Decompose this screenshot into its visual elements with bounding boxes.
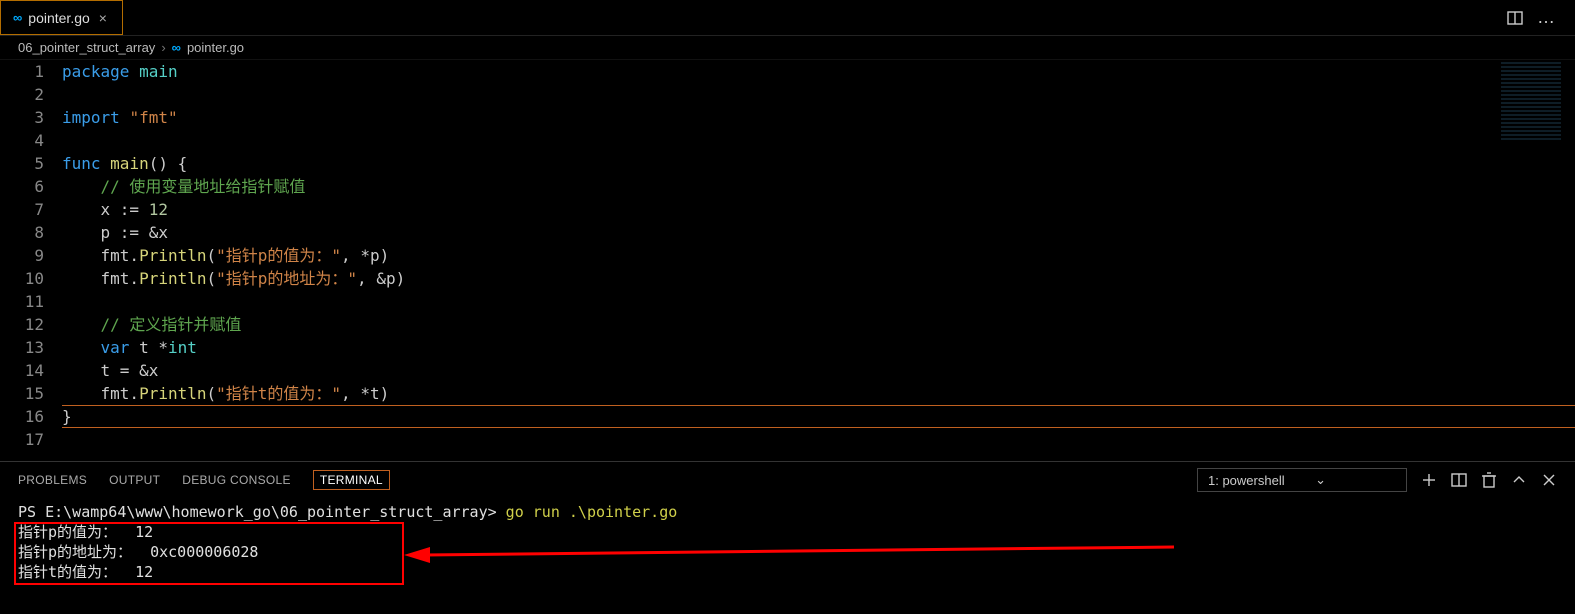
terminal-output-line: 指针p的地址为： 0xc000006028	[18, 542, 1557, 562]
line-number: 8	[0, 221, 44, 244]
tab-problems[interactable]: PROBLEMS	[18, 473, 87, 487]
code-area[interactable]: package main import "fmt" func main() { //…	[62, 60, 1575, 451]
breadcrumb-file[interactable]: pointer.go	[187, 40, 244, 55]
code-line[interactable]: fmt.Println("指针p的地址为：", &p)	[62, 267, 1575, 290]
line-number: 4	[0, 129, 44, 152]
line-number: 15	[0, 382, 44, 405]
code-line[interactable]: var t *int	[62, 336, 1575, 359]
code-line[interactable]	[62, 129, 1575, 152]
code-line[interactable]: t = &x	[62, 359, 1575, 382]
more-actions-icon[interactable]: …	[1537, 7, 1557, 28]
line-number-gutter: 1234567891011121314151617	[0, 60, 62, 451]
tab-terminal[interactable]: TERMINAL	[313, 470, 390, 490]
code-line[interactable]: fmt.Println("指针p的值为：", *p)	[62, 244, 1575, 267]
terminal-line: PS E:\wamp64\www\homework_go\06_pointer_…	[18, 502, 1557, 522]
line-number: 9	[0, 244, 44, 267]
terminal-selector-value: 1: powershell	[1208, 473, 1285, 488]
line-number: 6	[0, 175, 44, 198]
go-file-icon: ∞	[13, 10, 22, 25]
breadcrumb[interactable]: 06_pointer_struct_array › ∞ pointer.go	[0, 36, 1575, 60]
tab-output[interactable]: OUTPUT	[109, 473, 160, 487]
line-number: 16	[0, 405, 44, 428]
bottom-panel: PROBLEMS OUTPUT DEBUG CONSOLE TERMINAL 1…	[0, 461, 1575, 586]
code-line[interactable]: x := 12	[62, 198, 1575, 221]
kill-terminal-icon[interactable]	[1481, 472, 1497, 488]
code-line[interactable]: package main	[62, 60, 1575, 83]
new-terminal-icon[interactable]	[1421, 472, 1437, 488]
maximize-panel-icon[interactable]	[1511, 472, 1527, 488]
code-editor[interactable]: 1234567891011121314151617 package mainim…	[0, 60, 1575, 451]
tabs-container: ∞ pointer.go ×	[0, 0, 123, 35]
line-number: 5	[0, 152, 44, 175]
line-number: 13	[0, 336, 44, 359]
line-number: 2	[0, 83, 44, 106]
close-panel-icon[interactable]	[1541, 472, 1557, 488]
tab-debug-console[interactable]: DEBUG CONSOLE	[182, 473, 291, 487]
line-number: 7	[0, 198, 44, 221]
line-number: 11	[0, 290, 44, 313]
code-line[interactable]	[62, 83, 1575, 106]
terminal-output-line: 指针p的值为： 12	[18, 522, 1557, 542]
line-number: 1	[0, 60, 44, 83]
line-number: 14	[0, 359, 44, 382]
line-number: 10	[0, 267, 44, 290]
breadcrumb-separator: ›	[161, 40, 165, 55]
go-file-icon: ∞	[172, 40, 181, 55]
code-line[interactable]: }	[62, 405, 1575, 428]
code-line[interactable]: import "fmt"	[62, 106, 1575, 129]
code-line[interactable]: p := &x	[62, 221, 1575, 244]
tab-filename: pointer.go	[28, 10, 90, 26]
file-tab-pointer-go[interactable]: ∞ pointer.go ×	[0, 0, 123, 35]
close-tab-icon[interactable]: ×	[96, 10, 110, 26]
code-line[interactable]: // 定义指针并赋值	[62, 313, 1575, 336]
line-number: 12	[0, 313, 44, 336]
code-line[interactable]	[62, 290, 1575, 313]
code-line[interactable]: func main() {	[62, 152, 1575, 175]
editor-actions: …	[1507, 7, 1575, 28]
terminal-content[interactable]: PS E:\wamp64\www\homework_go\06_pointer_…	[0, 498, 1575, 586]
breadcrumb-folder[interactable]: 06_pointer_struct_array	[18, 40, 155, 55]
split-terminal-icon[interactable]	[1451, 472, 1467, 488]
split-editor-icon[interactable]	[1507, 10, 1523, 26]
panel-tab-bar: PROBLEMS OUTPUT DEBUG CONSOLE TERMINAL 1…	[0, 462, 1575, 498]
terminal-selector-dropdown[interactable]: 1: powershell ⌄	[1197, 468, 1407, 492]
code-line[interactable]	[62, 428, 1575, 451]
line-number: 17	[0, 428, 44, 451]
minimap[interactable]	[1501, 60, 1561, 140]
chevron-down-icon: ⌄	[1315, 472, 1326, 488]
code-line[interactable]: // 使用变量地址给指针赋值	[62, 175, 1575, 198]
code-line[interactable]: fmt.Println("指针t的值为：", *t)	[62, 382, 1575, 405]
terminal-output-line: 指针t的值为： 12	[18, 562, 1557, 582]
tab-bar: ∞ pointer.go × …	[0, 0, 1575, 36]
line-number: 3	[0, 106, 44, 129]
